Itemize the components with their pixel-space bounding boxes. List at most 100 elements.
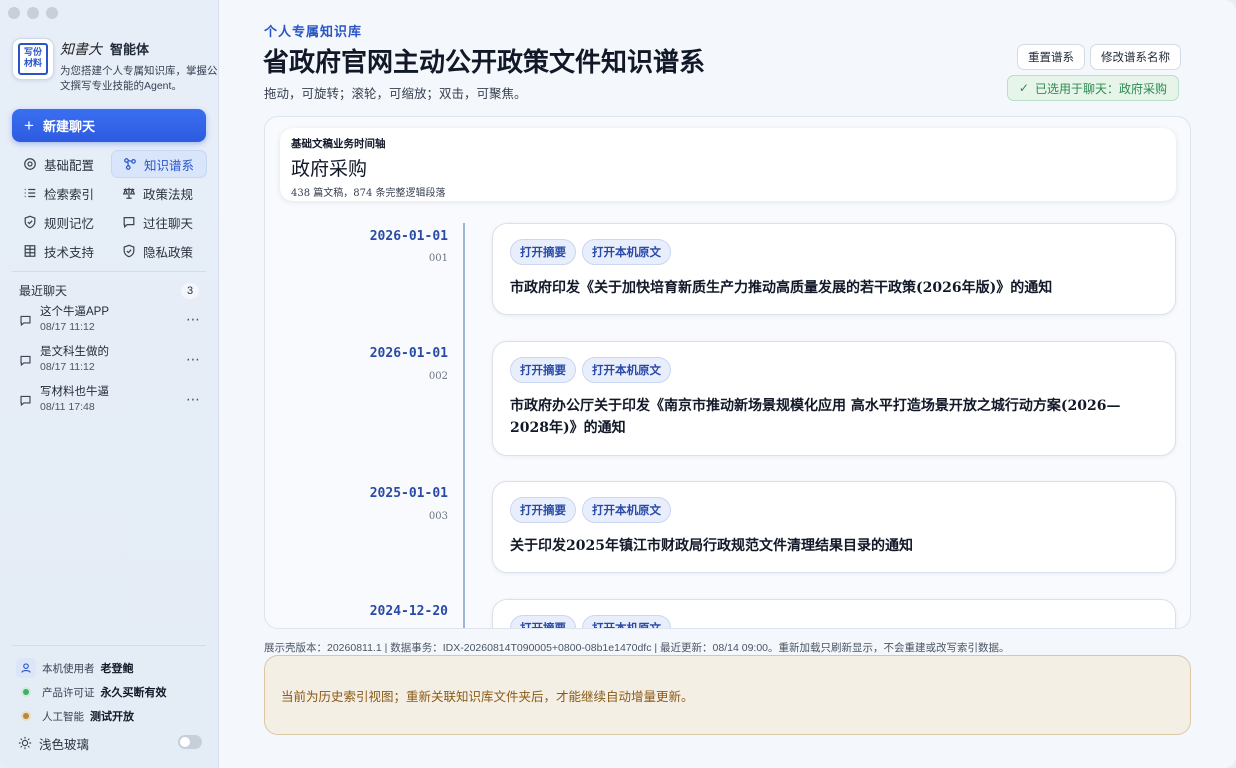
version-meta-line: 展示壳版本：20260811.1 | 数据事务：IDX-20260814T090… <box>264 642 1010 654</box>
reset-graph-button[interactable]: 重置谱系 <box>1017 44 1085 70</box>
check-icon: ✓ <box>1018 81 1029 95</box>
new-chat-button[interactable]: + 新建聊天 <box>12 109 206 142</box>
chat-bubble-icon <box>20 395 31 407</box>
timeline-label: 基础文稿业务时间轴 <box>291 138 386 150</box>
chat-bubble-icon <box>20 355 31 367</box>
nav-item-label: 规则记忆 <box>44 216 95 231</box>
open-summary-button[interactable]: 打开摘要 <box>510 357 576 383</box>
chat-time: 08/11 17:48 <box>40 401 95 413</box>
document-title: 关于印发2025年镇江市财政局行政规范文件清理结果目录的通知 <box>510 538 913 554</box>
timeline-stats: 438 篇文稿，874 条完整逻辑段落 <box>291 188 446 199</box>
nav-item-knowledge-graph[interactable]: 知识谱系 <box>111 150 207 178</box>
entry-number: 002 <box>428 371 448 382</box>
ai-value: 测试开放 <box>90 711 134 723</box>
license-row: 产品许可证 永久买断有效 <box>16 680 206 704</box>
brand: 写份 材料 知書大 智能体 为您搭建个人专属知识库，掌握公文撰写专业技能的Age… <box>12 38 220 94</box>
entry-date: 2025-01-01 <box>369 486 448 501</box>
brand-script: 知書大 <box>60 42 102 58</box>
gear-icon <box>24 158 36 170</box>
more-options-icon[interactable]: ⋯ <box>186 311 201 328</box>
ai-status-dot <box>16 713 36 719</box>
rename-graph-button[interactable]: 修改谱系名称 <box>1090 44 1181 70</box>
sidebar-nav: 基础配置 知识谱系 检索索引 政策法规 规则记忆 过往聊天 技术支持 隐私政策 <box>12 150 208 265</box>
nav-item-privacy[interactable]: 隐私政策 <box>111 237 207 265</box>
open-summary-button[interactable]: 打开摘要 <box>510 239 576 265</box>
user-label: 本机使用者 <box>42 662 95 675</box>
nav-item-basic-config[interactable]: 基础配置 <box>12 150 108 178</box>
page-title: 省政府官网主动公开政策文件知识谱系 <box>263 47 706 77</box>
nav-item-policy[interactable]: 政策法规 <box>111 179 207 207</box>
timeline-header: 基础文稿业务时间轴 政府采购 438 篇文稿，874 条完整逻辑段落 <box>280 128 1176 201</box>
ai-label: 人工智能 <box>42 710 84 723</box>
chat-list-item[interactable]: 这个牛逼APP 08/17 11:12 ⋯ <box>19 305 205 345</box>
ai-row: 人工智能 测试开放 <box>16 704 206 728</box>
user-row: 本机使用者 老登鲍 <box>16 656 206 680</box>
document-card: 打开摘要 打开本机原文 市政府印发《关于加快培育新质生产力推动高质量发展的若干政… <box>492 223 1176 315</box>
entry-date: 2026-01-01 <box>369 229 448 244</box>
sun-icon <box>18 736 32 750</box>
nav-item-rule-memory[interactable]: 规则记忆 <box>12 208 108 236</box>
license-status-dot <box>16 689 36 695</box>
chat-bubble-icon <box>20 315 31 327</box>
nav-item-search-index[interactable]: 检索索引 <box>12 179 108 207</box>
user-icon <box>16 658 36 678</box>
list-icon <box>24 188 36 198</box>
app-logo: 写份 材料 <box>12 38 54 80</box>
page-hint: 拖动，可旋转；滚轮，可缩放；双击，可聚焦。 <box>264 87 527 101</box>
theme-toggle[interactable] <box>178 735 202 749</box>
nav-item-label: 基础配置 <box>44 158 95 173</box>
entry-number: 001 <box>428 253 448 264</box>
plus-icon: + <box>24 116 34 135</box>
nav-item-label: 隐私政策 <box>143 245 194 260</box>
zoom-window-button[interactable] <box>46 7 58 19</box>
nav-item-label: 知识谱系 <box>144 158 195 173</box>
shield-icon <box>24 215 36 229</box>
brand-description: 为您搭建个人专属知识库，掌握公文撰写专业技能的Agent。 <box>60 65 218 92</box>
nav-item-past-chats[interactable]: 过往聊天 <box>111 208 207 236</box>
page-eyebrow: 个人专属知识库 <box>264 24 363 39</box>
entry-number: 003 <box>428 511 448 522</box>
open-summary-button[interactable]: 打开摘要 <box>510 615 576 628</box>
user-value: 老登鲍 <box>100 663 134 675</box>
theme-label: 浅色玻璃 <box>39 737 90 752</box>
entry-date: 2024-12-20 <box>369 604 448 619</box>
open-original-button[interactable]: 打开本机原文 <box>582 497 671 523</box>
sidebar-divider <box>12 271 206 272</box>
nav-item-tech-support[interactable]: 技术支持 <box>12 237 108 265</box>
recent-chats-header: 最近聊天 3 <box>19 282 199 299</box>
more-options-icon[interactable]: ⋯ <box>186 391 201 408</box>
main-content: 个人专属知识库 省政府官网主动公开政策文件知识谱系 拖动，可旋转；滚轮，可缩放；… <box>220 0 1236 768</box>
chat-icon <box>123 217 135 229</box>
selected-status-badge: ✓ 已选用于聊天：政府采购 <box>1006 75 1179 101</box>
nav-item-label: 检索索引 <box>44 187 95 202</box>
nav-item-label: 政策法规 <box>143 187 194 202</box>
selected-status-text: 已选用于聊天：政府采购 <box>1034 81 1167 96</box>
open-original-button[interactable]: 打开本机原文 <box>582 239 671 265</box>
document-card: 打开摘要 打开本机原文 <box>492 599 1176 628</box>
nav-item-label: 过往聊天 <box>143 216 194 231</box>
minimize-window-button[interactable] <box>27 7 39 19</box>
chat-time: 08/17 11:12 <box>40 321 95 333</box>
open-original-button[interactable]: 打开本机原文 <box>582 357 671 383</box>
close-window-button[interactable] <box>8 7 20 19</box>
open-original-button[interactable]: 打开本机原文 <box>582 615 671 628</box>
document-title: 市政府办公厅关于印发《南京市推动新场景规模化应用 高水平打造场景开放之城行动方案… <box>510 398 1121 436</box>
notice-text: 当前为历史索引视图；重新关联知识库文件夹后，才能继续自动增量更新。 <box>281 689 694 704</box>
knowledge-graph-canvas[interactable]: 基础文稿业务时间轴 政府采购 438 篇文稿，874 条完整逻辑段落 2026-… <box>264 116 1191 629</box>
history-index-notice: 当前为历史索引视图；重新关联知识库文件夹后，才能继续自动增量更新。 <box>264 655 1191 735</box>
document-card: 打开摘要 打开本机原文 关于印发2025年镇江市财政局行政规范文件清理结果目录的… <box>492 481 1176 573</box>
document-title: 市政府印发《关于加快培育新质生产力推动高质量发展的若干政策(2026年版)》的通… <box>510 280 1053 296</box>
nav-item-label: 技术支持 <box>44 245 95 260</box>
brand-name: 智能体 <box>110 42 150 57</box>
chat-title: 写材料也牛逼 <box>40 386 109 398</box>
timeline-axis <box>463 223 465 628</box>
license-value: 永久买断有效 <box>100 687 167 699</box>
app-window: 写份 材料 知書大 智能体 为您搭建个人专属知识库，掌握公文撰写专业技能的Age… <box>0 0 1236 768</box>
chat-list-item[interactable]: 是文科生做的 08/17 11:12 ⋯ <box>19 345 205 385</box>
logo-text-top: 写份 <box>23 48 42 58</box>
more-options-icon[interactable]: ⋯ <box>186 351 201 368</box>
chat-list-item[interactable]: 写材料也牛逼 08/11 17:48 ⋯ <box>19 385 205 425</box>
policy-icon <box>122 187 136 199</box>
chat-time: 08/17 11:12 <box>40 361 95 373</box>
open-summary-button[interactable]: 打开摘要 <box>510 497 576 523</box>
